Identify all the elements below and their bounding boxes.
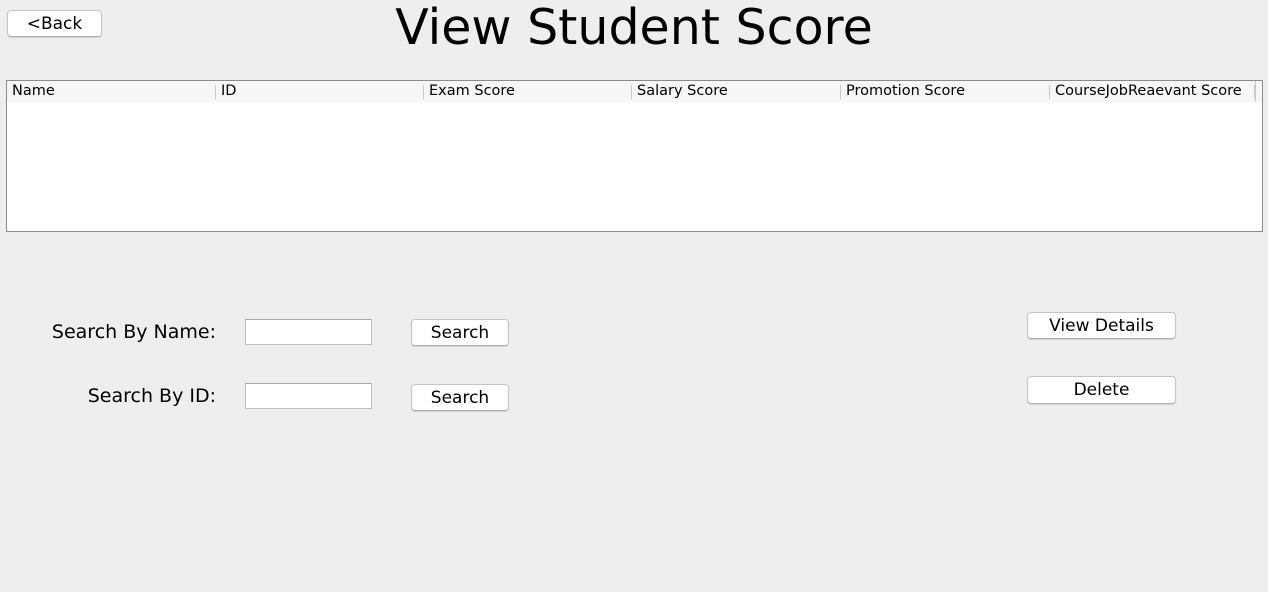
column-header-id[interactable]: ID <box>216 81 424 102</box>
delete-button[interactable]: Delete <box>1027 376 1176 404</box>
search-id-input[interactable] <box>245 383 372 409</box>
search-by-id-label: Search By ID: <box>87 385 216 407</box>
page-title: View Student Score <box>395 0 873 56</box>
table-body[interactable] <box>7 103 1262 231</box>
column-header-name[interactable]: Name <box>7 81 216 102</box>
column-header-extra <box>1255 81 1262 102</box>
search-name-input[interactable] <box>245 319 372 345</box>
column-header-promotion-score[interactable]: Promotion Score <box>841 81 1050 102</box>
search-by-name-label: Search By Name: <box>51 321 216 343</box>
column-header-salary-score[interactable]: Salary Score <box>632 81 841 102</box>
search-by-id-button[interactable]: Search <box>411 384 509 411</box>
column-header-coursejob-relevant-score[interactable]: CourseJobReaevant Score <box>1050 81 1255 102</box>
column-header-exam-score[interactable]: Exam Score <box>424 81 632 102</box>
search-by-name-button[interactable]: Search <box>411 319 509 346</box>
student-score-table[interactable]: Name ID Exam Score Salary Score Promotio… <box>6 80 1263 232</box>
view-details-button[interactable]: View Details <box>1027 312 1176 339</box>
table-header: Name ID Exam Score Salary Score Promotio… <box>7 81 1262 103</box>
